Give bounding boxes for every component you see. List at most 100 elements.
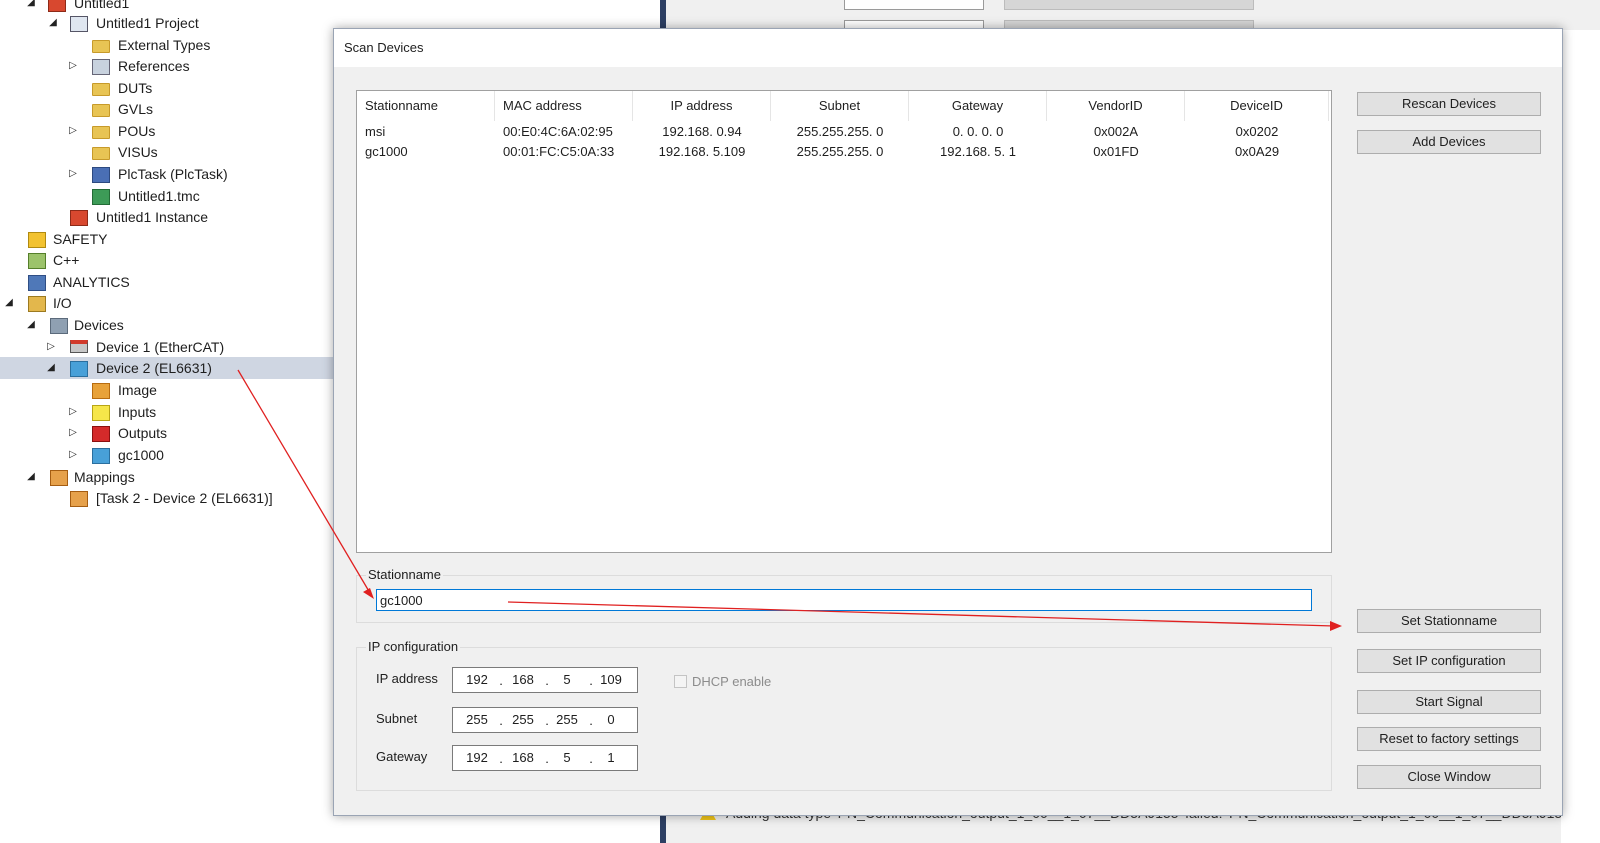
tree-item-label: GVLs — [118, 101, 154, 117]
tree-item-image[interactable]: Image — [0, 379, 340, 401]
instance-icon — [70, 210, 88, 226]
tree-item-pous[interactable]: ▷ POUs — [0, 120, 340, 142]
ip-octet[interactable]: 5 — [549, 668, 585, 692]
device-row[interactable]: gc1000 00:01:FC:C5:0A:33 192.168. 5.109 … — [357, 142, 1329, 162]
tree-item-gc1000[interactable]: ▷ gc1000 — [0, 444, 340, 466]
rescan-devices-button[interactable]: Rescan Devices — [1357, 92, 1541, 116]
start-signal-button[interactable]: Start Signal — [1357, 690, 1541, 714]
tree-item-label: External Types — [118, 37, 211, 53]
gateway-octet[interactable]: 1 — [593, 746, 629, 770]
profinet-device-icon — [70, 361, 88, 377]
column-header-deviceid[interactable]: DeviceID — [1185, 91, 1329, 121]
ip-octet[interactable]: 168 — [505, 668, 541, 692]
plc-project-icon — [70, 16, 88, 32]
expand-icon[interactable]: ◢ — [4, 292, 14, 314]
gateway-octet[interactable]: 5 — [549, 746, 585, 770]
folder-icon — [92, 104, 110, 117]
tree-item-label: DUTs — [118, 80, 153, 96]
tree-item-references[interactable]: ▷ References — [0, 55, 340, 77]
tree-item-cpp[interactable]: C++ — [0, 249, 340, 271]
octet-separator: . — [499, 713, 503, 728]
cell-deviceid: 0x0202 — [1235, 124, 1279, 139]
tree-item-devices[interactable]: ◢ Devices — [0, 314, 340, 336]
subnet-octet[interactable]: 255 — [459, 708, 495, 732]
expand-icon[interactable]: ▷ — [68, 163, 78, 185]
references-icon — [92, 59, 110, 75]
profinet-box-icon — [92, 448, 110, 464]
cell-vendorid: 0x002A — [1093, 124, 1139, 139]
dhcp-enable-checkbox[interactable] — [674, 675, 687, 688]
tree-item-mappings[interactable]: ◢ Mappings — [0, 466, 340, 488]
safety-icon — [28, 232, 46, 248]
subnet-field[interactable]: 255. 255. 255. 0 — [452, 707, 638, 733]
ip-address-field[interactable]: 192. 168. 5. 109 — [452, 667, 638, 693]
tree-item-plctask[interactable]: ▷ PlcTask (PlcTask) — [0, 163, 340, 185]
tree-item-visus[interactable]: VISUs — [0, 141, 340, 163]
expand-icon[interactable]: ▷ — [68, 401, 78, 423]
inputs-icon — [92, 405, 110, 421]
ip-octet[interactable]: 109 — [593, 668, 629, 692]
tree-item-device2[interactable]: ◢ Device 2 (EL6631) — [0, 357, 340, 379]
gateway-octet[interactable]: 168 — [505, 746, 541, 770]
analytics-icon — [28, 275, 46, 291]
column-header-gateway[interactable]: Gateway — [909, 91, 1047, 121]
tree-item-label: ANALYTICS — [53, 274, 130, 290]
tree-item-device1[interactable]: ▷ Device 1 (EtherCAT) — [0, 336, 340, 358]
set-stationname-button[interactable]: Set Stationname — [1357, 609, 1541, 633]
column-header-subnet[interactable]: Subnet — [771, 91, 909, 121]
tree-item-task-mapping[interactable]: [Task 2 - Device 2 (EL6631)] — [0, 487, 340, 509]
expand-icon[interactable]: ▷ — [68, 55, 78, 77]
subnet-octet[interactable]: 255 — [505, 708, 541, 732]
tree-item-gvls[interactable]: GVLs — [0, 98, 340, 120]
tmc-file-icon — [92, 189, 110, 205]
subnet-octet[interactable]: 255 — [549, 708, 585, 732]
subnet-label: Subnet — [376, 711, 418, 726]
solution-tree[interactable]: ◢ Untitled1 ◢ Untitled1 Project External… — [0, 0, 340, 843]
tree-item-project[interactable]: ◢ Untitled1 Project — [0, 12, 340, 34]
column-header-vendorid[interactable]: VendorID — [1047, 91, 1185, 121]
solution-icon — [48, 0, 66, 12]
mappings-icon — [50, 470, 68, 486]
expand-icon[interactable]: ▷ — [68, 422, 78, 444]
tree-item-tmc[interactable]: Untitled1.tmc — [0, 185, 340, 207]
tree-item-label: Image — [118, 382, 157, 398]
tree-item-label: C++ — [53, 252, 80, 268]
folder-icon — [92, 40, 110, 53]
cell-vendorid: 0x01FD — [1093, 144, 1139, 159]
tree-item-duts[interactable]: DUTs — [0, 77, 340, 99]
tree-item-io[interactable]: ◢ I/O — [0, 292, 340, 314]
expand-icon[interactable]: ▷ — [46, 336, 56, 358]
dialog-titlebar[interactable]: Scan Devices — [334, 29, 1562, 67]
expand-icon[interactable]: ◢ — [26, 314, 36, 336]
device-list[interactable]: Stationname MAC address IP address Subne… — [356, 90, 1332, 553]
add-devices-button[interactable]: Add Devices — [1357, 130, 1541, 154]
tree-item-analytics[interactable]: ANALYTICS — [0, 271, 340, 293]
column-header-stationname[interactable]: Stationname — [357, 91, 495, 121]
expand-icon[interactable]: ▷ — [68, 444, 78, 466]
gateway-field[interactable]: 192. 168. 5. 1 — [452, 745, 638, 771]
tree-item-inputs[interactable]: ▷ Inputs — [0, 401, 340, 423]
reset-factory-settings-button[interactable]: Reset to factory settings — [1357, 727, 1541, 751]
tree-item-external-types[interactable]: External Types — [0, 34, 340, 56]
close-window-button[interactable]: Close Window — [1357, 765, 1541, 789]
dhcp-enable-label: DHCP enable — [692, 674, 772, 689]
tree-item-label: gc1000 — [118, 447, 164, 463]
set-ip-configuration-button[interactable]: Set IP configuration — [1357, 649, 1541, 673]
gateway-octet[interactable]: 192 — [459, 746, 495, 770]
expand-icon[interactable]: ◢ — [48, 12, 58, 34]
expand-icon[interactable]: ▷ — [68, 120, 78, 142]
subnet-octet[interactable]: 0 — [593, 708, 629, 732]
column-header-ip[interactable]: IP address — [633, 91, 771, 121]
cell-subnet: 255.255.255. 0 — [796, 124, 884, 139]
tree-item-outputs[interactable]: ▷ Outputs — [0, 422, 340, 444]
tree-item-safety[interactable]: SAFETY — [0, 228, 340, 250]
device-row[interactable]: msi 00:E0:4C:6A:02:95 192.168. 0.94 255.… — [357, 122, 1329, 142]
expand-icon[interactable]: ◢ — [26, 466, 36, 488]
column-header-mac[interactable]: MAC address — [495, 91, 633, 121]
cell-stationname: msi — [365, 124, 386, 139]
stationname-input[interactable] — [376, 589, 1312, 611]
expand-icon[interactable]: ◢ — [46, 357, 56, 379]
tree-item-instance[interactable]: Untitled1 Instance — [0, 206, 340, 228]
cpp-icon — [28, 253, 46, 269]
ip-octet[interactable]: 192 — [459, 668, 495, 692]
